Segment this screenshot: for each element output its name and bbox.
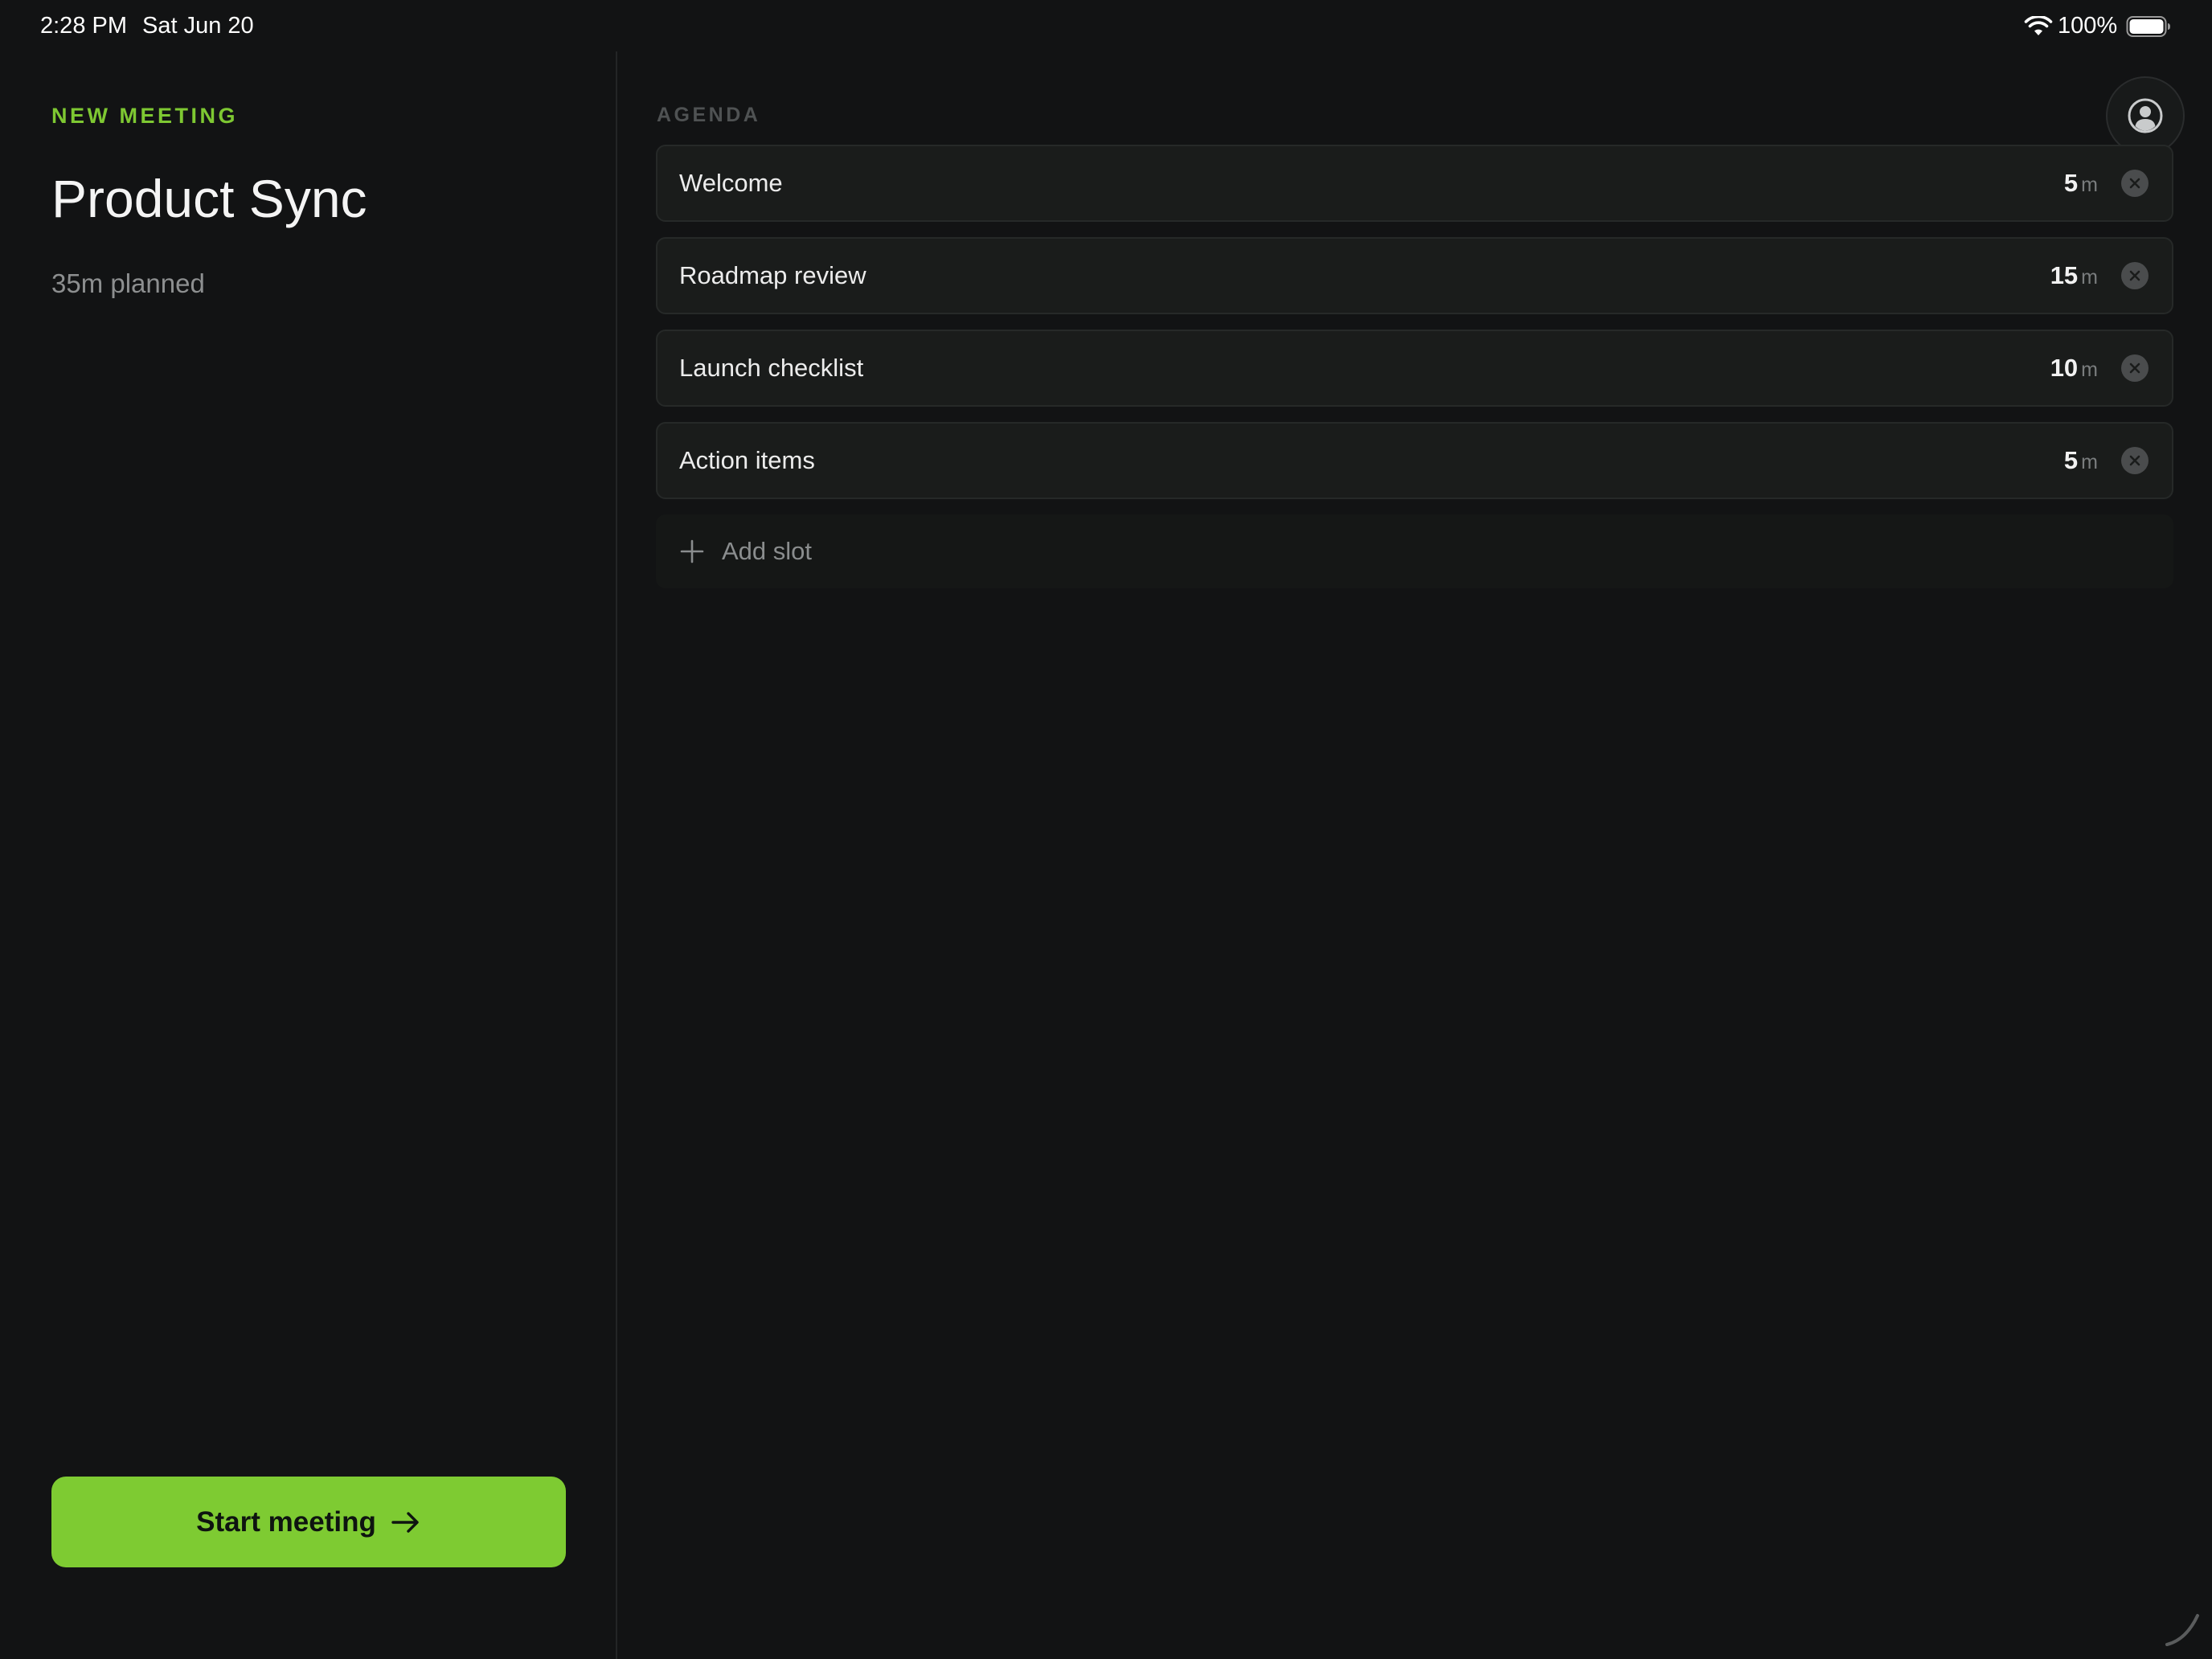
agenda-list: Welcome 5m Roadmap review 15 m Launch che… <box>656 145 2173 588</box>
new-meeting-label: NEW MEETING <box>51 104 238 128</box>
agenda-item-title[interactable]: Launch checklist <box>679 331 863 405</box>
add-slot-label: Add slot <box>722 537 813 565</box>
agenda-item[interactable]: Roadmap review 15 m <box>656 237 2173 314</box>
agenda-item[interactable]: Welcome 5m <box>656 145 2173 222</box>
remove-item-button[interactable] <box>2121 447 2149 474</box>
close-circle-icon <box>2129 363 2140 374</box>
arrow-right-icon <box>391 1511 419 1533</box>
agenda-item[interactable]: Action items 5m <box>656 422 2173 499</box>
pane-divider <box>616 51 617 1659</box>
agenda-item-minutes: 5 <box>2063 169 2079 197</box>
agenda-section-label: AGENDA <box>657 104 761 126</box>
agenda-item-duration[interactable]: 5m <box>2064 424 2098 498</box>
remove-item-button[interactable] <box>2121 170 2149 197</box>
remove-item-button[interactable] <box>2121 354 2149 382</box>
agenda-item-unit: m <box>2081 266 2098 289</box>
status-date: Sat Jun 20 <box>142 13 254 39</box>
plus-icon <box>680 539 704 563</box>
agenda-item-title[interactable]: Action items <box>679 424 815 498</box>
profile-button[interactable] <box>2106 76 2185 155</box>
close-circle-icon <box>2129 270 2140 281</box>
add-slot-button[interactable]: Add slot <box>656 514 2173 588</box>
battery-icon <box>2126 16 2170 37</box>
agenda-item-title[interactable]: Welcome <box>679 146 783 220</box>
agenda-item-title[interactable]: Roadmap review <box>679 239 866 313</box>
agenda-item[interactable]: Launch checklist 10 m <box>656 330 2173 407</box>
agenda-item-unit: m <box>2081 451 2098 473</box>
battery-percent: 100% <box>2058 13 2118 39</box>
agenda-item-duration[interactable]: 15 m <box>2050 239 2098 313</box>
wifi-icon <box>2024 16 2053 35</box>
meeting-title[interactable]: Product Sync <box>51 166 367 231</box>
app-screen: 2:28 PM Sat Jun 20 100% NEW MEETING Prod… <box>0 0 2212 1659</box>
profile-icon <box>2128 98 2163 133</box>
agenda-item-minutes: 5 <box>2063 446 2079 474</box>
agenda-item-unit: m <box>2081 174 2098 196</box>
agenda-item-unit: m <box>2081 358 2098 381</box>
agenda-item-duration[interactable]: 10 m <box>2050 331 2098 405</box>
agenda-item-minutes: 15 <box>2050 261 2079 289</box>
close-circle-icon <box>2129 455 2140 466</box>
remove-item-button[interactable] <box>2121 262 2149 289</box>
resize-handle-icon[interactable] <box>2162 1609 2202 1649</box>
status-time: 2:28 PM <box>40 13 127 39</box>
agenda-item-minutes: 10 <box>2050 354 2079 382</box>
agenda-item-duration[interactable]: 5m <box>2064 146 2098 220</box>
start-meeting-button[interactable]: Start meeting <box>51 1477 566 1567</box>
planned-duration: 35m planned <box>51 268 205 298</box>
close-circle-icon <box>2129 178 2140 189</box>
start-meeting-label: Start meeting <box>196 1505 376 1538</box>
